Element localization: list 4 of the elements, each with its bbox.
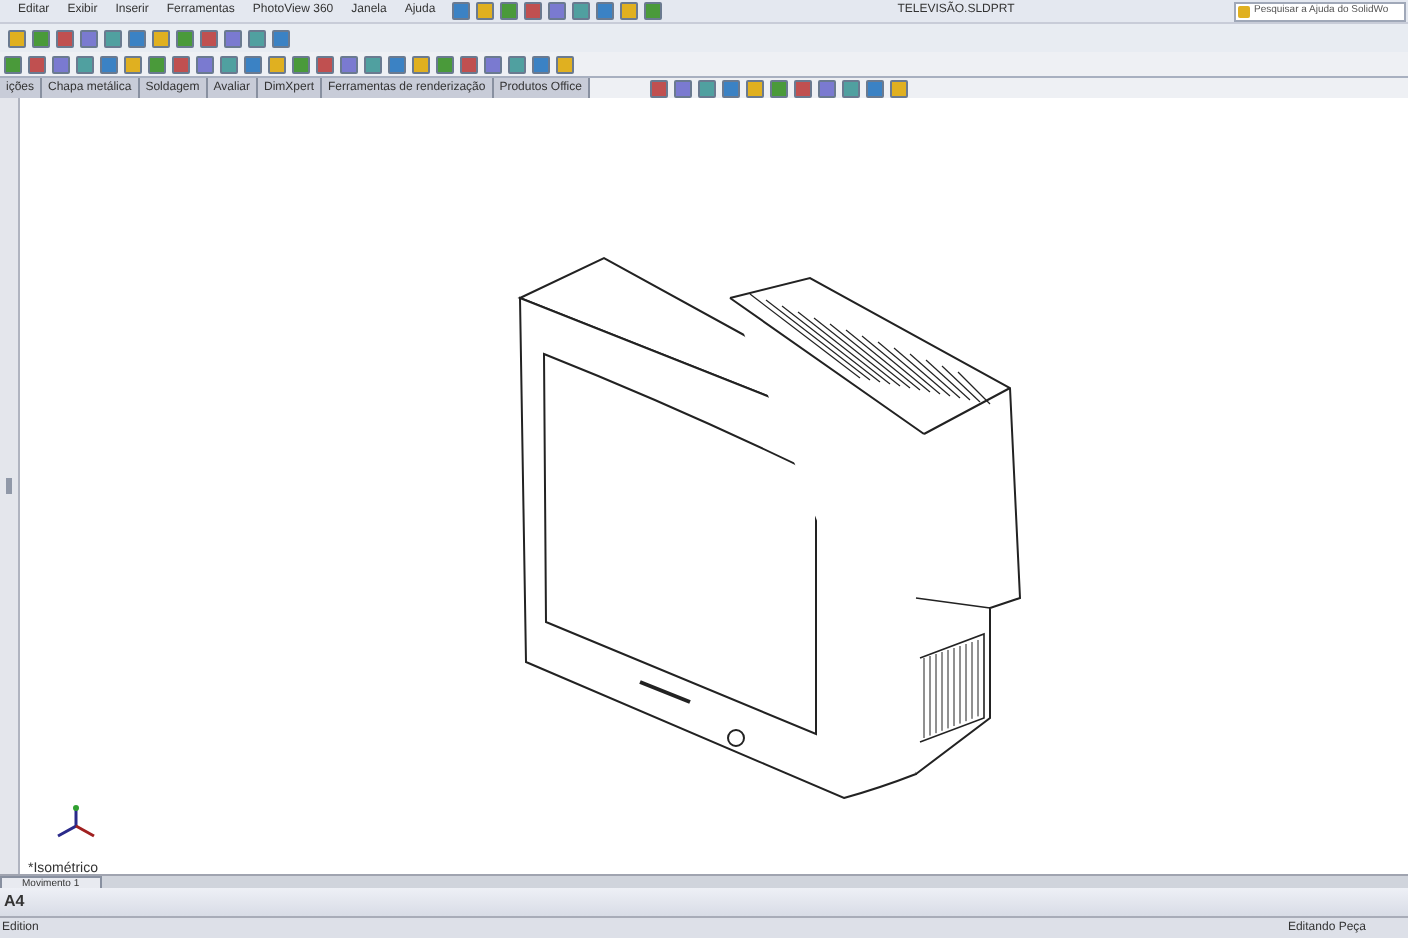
splitter-handle[interactable] bbox=[6, 478, 12, 494]
axis-triad-icon bbox=[52, 802, 100, 842]
help-icon bbox=[1238, 5, 1250, 17]
sheet-size: A4 bbox=[4, 890, 25, 914]
